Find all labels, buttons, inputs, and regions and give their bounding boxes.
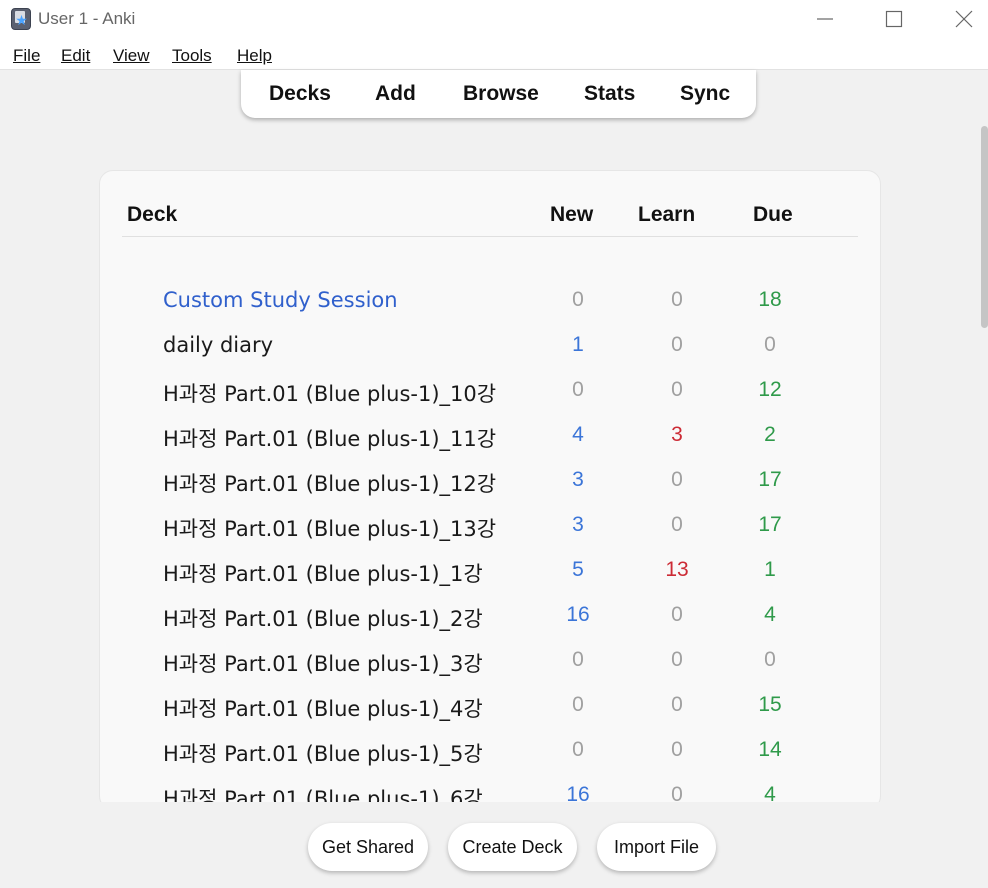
deck-name[interactable]: H과정 Part.01 (Blue plus-1)_5강	[163, 738, 483, 768]
due-count: 17	[758, 468, 782, 491]
minimize-button[interactable]	[802, 0, 848, 38]
menu-view[interactable]: View	[113, 46, 150, 66]
deck-row[interactable]: H과정 Part.01 (Blue plus-1)_12강 3 0 17	[100, 468, 880, 513]
new-count: 0	[572, 693, 584, 716]
header-deck: Deck	[127, 203, 178, 226]
deck-name[interactable]: Custom Study Session	[163, 288, 398, 312]
deck-row[interactable]: Custom Study Session 0 0 18	[100, 288, 880, 333]
new-count: 5	[572, 558, 584, 581]
main-toolbar: Decks Add Browse Stats Sync	[241, 70, 756, 118]
learn-count: 0	[671, 513, 683, 536]
deck-row[interactable]: H과정 Part.01 (Blue plus-1)_2강 16 0 4	[100, 603, 880, 648]
learn-count: 0	[671, 468, 683, 491]
due-count: 14	[758, 738, 782, 761]
learn-count: 0	[671, 693, 683, 716]
new-count: 4	[572, 423, 584, 446]
new-count: 0	[572, 738, 584, 761]
due-count: 17	[758, 513, 782, 536]
due-count: 0	[764, 333, 776, 356]
deck-row[interactable]: H과정 Part.01 (Blue plus-1)_3강 0 0 0	[100, 648, 880, 693]
learn-count: 3	[671, 423, 683, 446]
deck-row[interactable]: H과정 Part.01 (Blue plus-1)_11강 4 3 2	[100, 423, 880, 468]
learn-count: 0	[671, 288, 683, 311]
deck-name[interactable]: H과정 Part.01 (Blue plus-1)_11강	[163, 423, 496, 453]
due-count: 2	[764, 423, 776, 446]
deck-name[interactable]: H과정 Part.01 (Blue plus-1)_3강	[163, 648, 483, 678]
new-count: 0	[572, 378, 584, 401]
due-count: 4	[764, 603, 776, 626]
due-count: 1	[764, 558, 776, 581]
import-file-button[interactable]: Import File	[597, 823, 716, 871]
deck-row[interactable]: daily diary 1 0 0	[100, 333, 880, 378]
new-count: 16	[566, 603, 590, 626]
learn-count: 0	[671, 738, 683, 761]
new-count: 1	[572, 333, 584, 356]
bottom-bar: Get Shared Create Deck Import File	[0, 802, 988, 888]
due-count: 0	[764, 648, 776, 671]
menu-edit[interactable]: Edit	[61, 46, 90, 66]
deck-name[interactable]: H과정 Part.01 (Blue plus-1)_10강	[163, 378, 496, 408]
toolbar-sync[interactable]: Sync	[680, 82, 730, 106]
deck-name[interactable]: H과정 Part.01 (Blue plus-1)_2강	[163, 603, 483, 633]
deck-row[interactable]: H과정 Part.01 (Blue plus-1)_5강 0 0 14	[100, 738, 880, 783]
deck-row[interactable]: H과정 Part.01 (Blue plus-1)_10강 0 0 12	[100, 378, 880, 423]
deck-name[interactable]: H과정 Part.01 (Blue plus-1)_4강	[163, 693, 483, 723]
close-icon	[955, 10, 973, 28]
minimize-icon	[817, 18, 833, 20]
learn-count: 0	[671, 333, 683, 356]
header-new: New	[550, 203, 594, 226]
deck-row[interactable]: H과정 Part.01 (Blue plus-1)_1강 5 13 1	[100, 558, 880, 603]
toolbar-browse[interactable]: Browse	[463, 82, 539, 106]
maximize-button[interactable]	[871, 0, 917, 38]
new-count: 3	[572, 513, 584, 536]
create-deck-button[interactable]: Create Deck	[448, 823, 577, 871]
new-count: 3	[572, 468, 584, 491]
learn-count: 0	[671, 648, 683, 671]
maximize-icon	[885, 10, 903, 28]
learn-count: 13	[665, 558, 689, 581]
learn-count: 0	[671, 378, 683, 401]
title-bar: ★ User 1 - Anki	[0, 0, 988, 40]
deck-row[interactable]: H과정 Part.01 (Blue plus-1)_4강 0 0 15	[100, 693, 880, 738]
due-count: 18	[758, 288, 782, 311]
new-count: 0	[572, 288, 584, 311]
menu-tools[interactable]: Tools	[172, 46, 212, 66]
deck-name[interactable]: daily diary	[163, 333, 273, 357]
toolbar-add[interactable]: Add	[375, 82, 416, 106]
window-title: User 1 - Anki	[38, 9, 136, 28]
learn-count: 0	[671, 603, 683, 626]
due-count: 12	[758, 378, 782, 401]
scrollbar-thumb[interactable]	[981, 126, 988, 328]
menu-help[interactable]: Help	[237, 46, 272, 66]
close-button[interactable]	[941, 0, 987, 38]
deck-name[interactable]: H과정 Part.01 (Blue plus-1)_1강	[163, 558, 483, 588]
header-due: Due	[753, 203, 793, 226]
menu-bar: File Edit View Tools Help	[0, 40, 988, 70]
toolbar-decks[interactable]: Decks	[269, 82, 331, 106]
header-divider	[122, 236, 858, 237]
toolbar-stats[interactable]: Stats	[584, 82, 635, 106]
deck-name[interactable]: H과정 Part.01 (Blue plus-1)_13강	[163, 513, 496, 543]
get-shared-button[interactable]: Get Shared	[308, 823, 428, 871]
header-learn: Learn	[638, 203, 696, 226]
deck-list-panel: Deck New Learn Due Custom Study Session …	[99, 170, 881, 810]
new-count: 0	[572, 648, 584, 671]
due-count: 15	[758, 693, 782, 716]
deck-row[interactable]: H과정 Part.01 (Blue plus-1)_13강 3 0 17	[100, 513, 880, 558]
deck-name[interactable]: H과정 Part.01 (Blue plus-1)_12강	[163, 468, 496, 498]
menu-file[interactable]: File	[13, 46, 40, 66]
anki-icon: ★	[11, 8, 31, 30]
